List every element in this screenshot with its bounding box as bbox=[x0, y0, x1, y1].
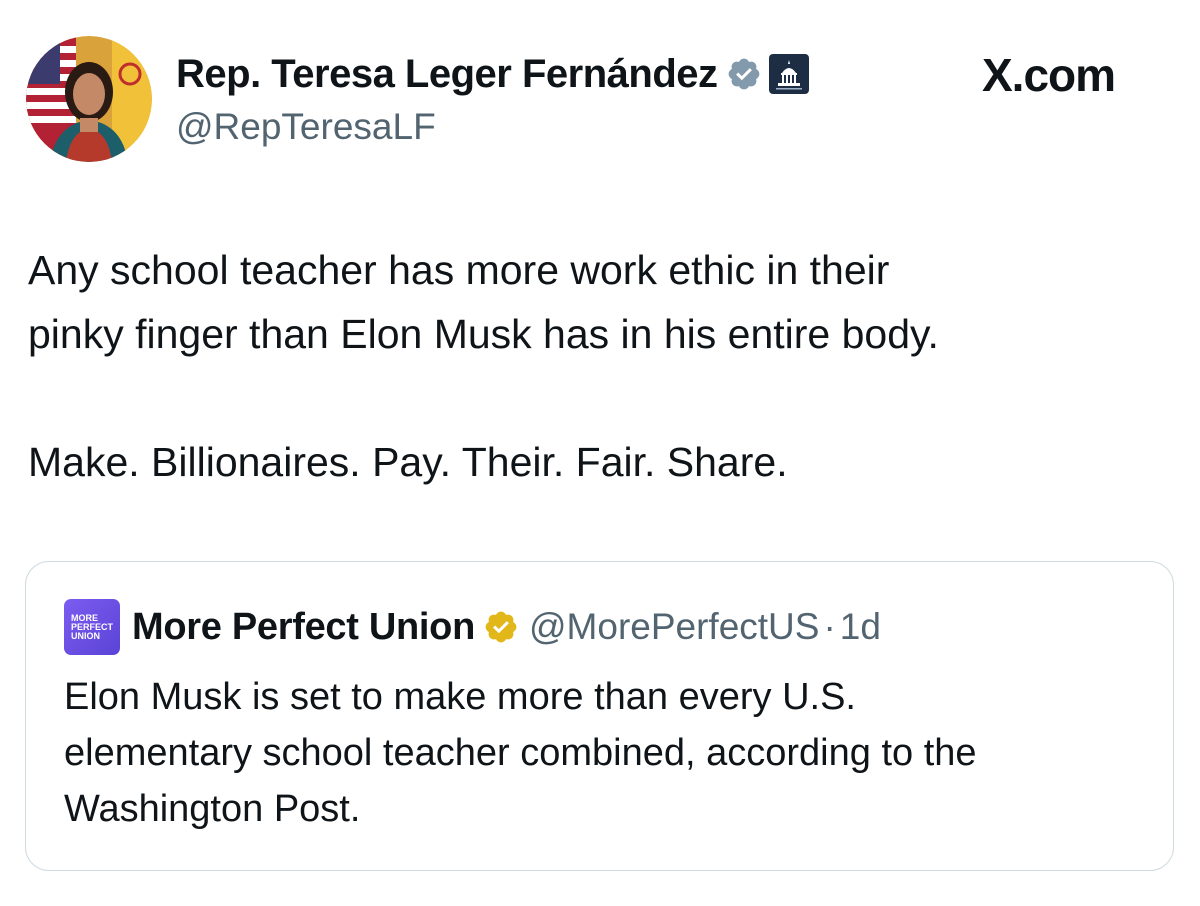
author-name[interactable]: Rep. Teresa Leger Fernández bbox=[176, 52, 718, 97]
quoted-author-handle[interactable]: @MorePerfectUS bbox=[529, 606, 819, 648]
logo-text: UNION bbox=[71, 630, 100, 641]
author-handle[interactable]: @RepTeresaLF bbox=[176, 106, 436, 148]
verified-gold-badge-icon[interactable] bbox=[483, 609, 519, 645]
quoted-text-line: Washington Post. bbox=[64, 788, 361, 830]
verified-gray-badge-icon[interactable] bbox=[726, 56, 762, 92]
tweet-text-line: pinky finger than Elon Musk has in his e… bbox=[28, 311, 939, 357]
quoted-tweet-card[interactable]: MORE PERFECT UNION More Perfect Union @M… bbox=[25, 561, 1174, 871]
tweet-text-line: Make. Billionaires. Pay. Their. Fair. Sh… bbox=[28, 439, 788, 485]
quoted-text-line: elementary school teacher combined, acco… bbox=[64, 732, 977, 774]
quoted-author-name[interactable]: More Perfect Union bbox=[132, 606, 475, 649]
quoted-author-avatar[interactable]: MORE PERFECT UNION bbox=[64, 599, 120, 655]
tweet-text-line: Any school teacher has more work ethic i… bbox=[28, 247, 890, 293]
quoted-text-line: Elon Musk is set to make more than every… bbox=[64, 676, 856, 718]
separator-dot: · bbox=[823, 606, 836, 647]
avatar-photo bbox=[26, 36, 152, 162]
quoted-timestamp[interactable]: 1d bbox=[840, 606, 881, 648]
quoted-tweet-text: Elon Musk is set to make more than every… bbox=[64, 669, 1154, 837]
author-avatar[interactable] bbox=[26, 36, 152, 162]
quoted-tweet-header: MORE PERFECT UNION More Perfect Union @M… bbox=[64, 598, 881, 656]
author-name-row: Rep. Teresa Leger Fernández bbox=[176, 50, 810, 98]
site-label: X.com bbox=[982, 49, 1116, 101]
capitol-building-icon[interactable] bbox=[768, 53, 810, 95]
tweet-text: Any school teacher has more work ethic i… bbox=[28, 238, 1178, 494]
